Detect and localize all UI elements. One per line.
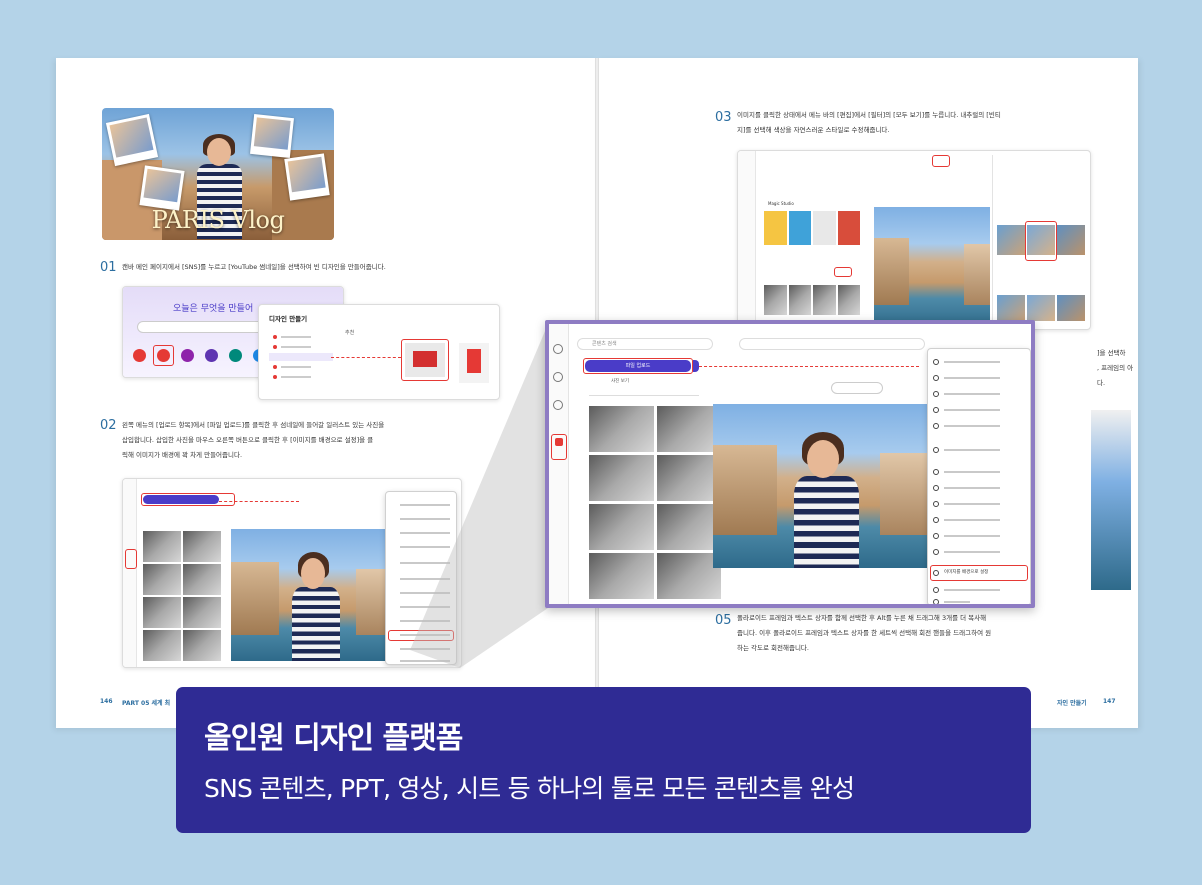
partial-image (1091, 410, 1131, 590)
menu-item-label[interactable]: 이미지를 배경으로 설정 (944, 569, 988, 575)
step-text-line: 폴라로이드 프레임과 텍스트 상자를 함께 선택한 후 Alt를 누른 채 드래… (737, 614, 987, 622)
paris-vlog-thumbnail: PARIS Vlog (102, 108, 334, 240)
floating-toolbar[interactable] (831, 382, 883, 394)
step-text-line: 줍니다. 이후 폴라로이드 프레임과 텍스트 상자를 한 세트씩 선택해 회전 … (737, 629, 992, 637)
banner-subtitle: SNS 콘텐츠, PPT, 영상, 시트 등 하나의 툴로 모든 콘텐츠를 완성 (204, 774, 855, 803)
side-text-line: 다. (1097, 379, 1106, 387)
step-text: 캔바 메인 페이지에서 [SNS]를 누르고 [YouTube 썸네일]을 선택… (122, 263, 386, 271)
filter-thumbs (997, 295, 1085, 321)
filter-label: Magic Studio (768, 201, 794, 206)
home-heading: 오늘은 무엇을 만들어 (173, 304, 254, 314)
side-text-line: , 프레임의 아 (1097, 364, 1134, 372)
dashed-connector (331, 357, 401, 358)
dashed-connector (699, 366, 919, 367)
effects-grid (764, 211, 860, 245)
page-section: PART 05 세계 최 (122, 700, 171, 707)
step-number: 01 (100, 260, 117, 275)
side-text-line: ]을 선택하 (1097, 349, 1126, 357)
category-icon[interactable] (205, 349, 218, 362)
hero-title: PARIS Vlog (151, 206, 285, 234)
venice-canvas-photo[interactable] (874, 207, 990, 329)
category-icon[interactable] (229, 349, 242, 362)
page-number: 147 (1103, 698, 1116, 705)
upload-icon (555, 438, 563, 446)
venice-canvas-photo[interactable] (231, 529, 391, 661)
uploaded-photos-grid (143, 531, 221, 665)
step-text: 폴라로이드 프레임과 텍스트 상자를 함께 선택한 후 Alt를 누른 채 드래… (737, 611, 1127, 656)
sidebar-icon[interactable] (553, 372, 563, 382)
filter-sidepanel (992, 155, 1088, 327)
context-menu: 이미지를 배경으로 설정 (927, 348, 1031, 604)
step-text-line: 이미지를 클릭한 상태에서 메뉴 바의 [편집]에서 [필터]의 [모두 보기]… (737, 111, 1001, 119)
editor-sidebar (549, 324, 569, 604)
page-number: 146 (100, 698, 113, 705)
search-input[interactable]: 콘텐츠 검색 (577, 338, 713, 350)
polaroid-photo (284, 153, 330, 201)
step-number: 03 (715, 110, 732, 125)
polaroid-photo (105, 113, 159, 167)
sidebar-icon[interactable] (553, 400, 563, 410)
step-text-line: 하는 각도로 회전해줍니다. (737, 644, 809, 652)
category-icon[interactable] (181, 349, 194, 362)
canva-filter-panel: Magic Studio (737, 150, 1091, 330)
dashed-connector (219, 501, 299, 502)
editor-sidebar (738, 151, 756, 329)
highlight-box (153, 345, 174, 366)
highlight-box (125, 549, 137, 569)
promo-banner: 올인원 디자인 플랫폼 SNS 콘텐츠, PPT, 영상, 시트 등 하나의 툴… (176, 687, 1031, 833)
uploaded-photos-grid (589, 406, 721, 604)
step-text-line: 지]를 선택해 색상을 자연스러운 스타일로 수정해줍니다. (737, 126, 890, 134)
highlight-box (932, 155, 950, 167)
photo-grid (764, 285, 860, 315)
dropdown-subtitle: 추천 (345, 330, 355, 336)
dropdown-title: 디자인 만들기 (269, 315, 308, 323)
step-number: 05 (715, 613, 732, 628)
highlight-box (1025, 221, 1057, 261)
step-text: 이미지를 클릭한 상태에서 메뉴 바의 [편집]에서 [필터]의 [모두 보기]… (737, 108, 1127, 138)
page-section: 자인 만들기 (1057, 700, 1087, 707)
highlight-box (141, 493, 235, 506)
sidebar-icon[interactable] (553, 344, 563, 354)
banner-title: 올인원 디자인 플랫폼 (204, 721, 463, 756)
top-toolbar[interactable] (739, 338, 925, 350)
editor-sidebar (123, 479, 137, 667)
step-number: 02 (100, 418, 117, 433)
zoom-inset: 콘텐츠 검색 파일 업로드 사진 보기 이미지를 배경으로 설정 (545, 320, 1035, 608)
category-icon[interactable] (133, 349, 146, 362)
side-text: ]을 선택하 , 프레임의 아 다. (1097, 346, 1137, 391)
polaroid-photo (250, 114, 294, 158)
highlight-box (583, 358, 693, 374)
magnify-cone (410, 324, 548, 668)
polaroid-photo (139, 165, 185, 211)
venice-canvas-photo[interactable] (713, 404, 927, 568)
photo-button[interactable]: 사진 보기 (611, 378, 629, 384)
highlight-box (834, 267, 852, 277)
